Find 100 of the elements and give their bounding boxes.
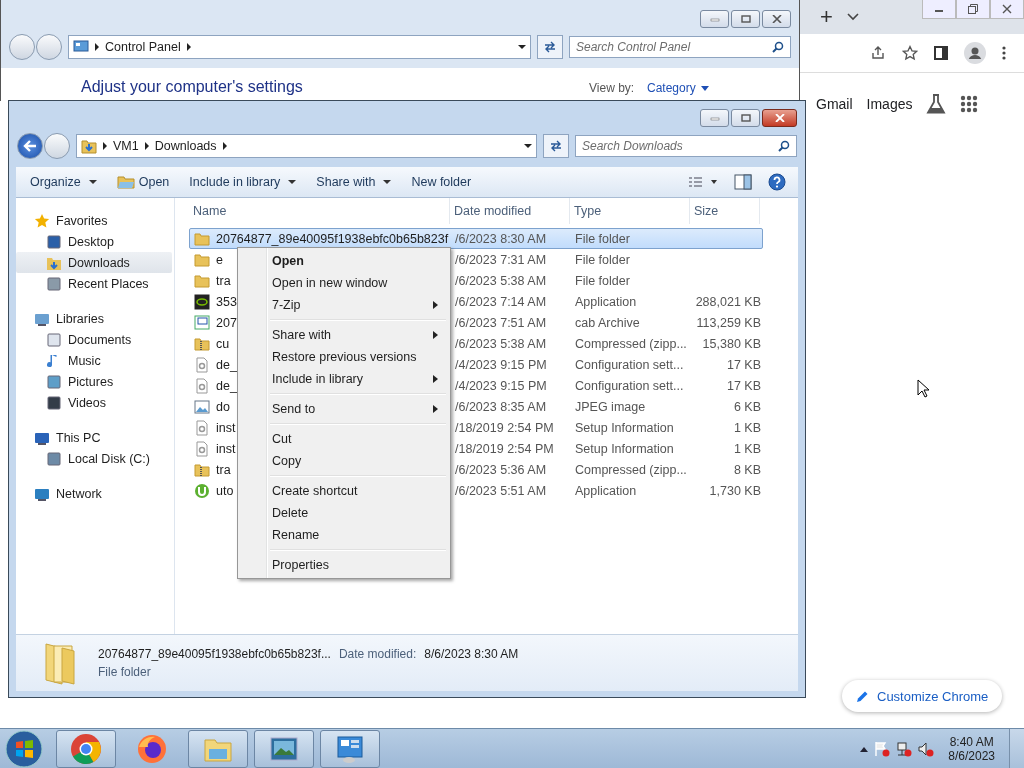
restore-button[interactable] <box>956 0 990 19</box>
table-cell-text: 8 KB <box>732 462 761 477</box>
close-button[interactable] <box>762 10 791 28</box>
toolbar-button[interactable]: Include in library <box>181 170 305 194</box>
close-button[interactable] <box>990 0 1024 19</box>
maximize-icon <box>740 15 751 23</box>
search-field[interactable]: Search Downloads <box>575 135 797 157</box>
close-icon <box>1002 4 1012 14</box>
file-name: e <box>216 252 223 267</box>
nav-item[interactable]: Network <box>16 483 172 504</box>
star-icon[interactable] <box>902 45 918 61</box>
file-name: 207 <box>216 315 237 330</box>
nav-item[interactable]: Downloads <box>16 252 172 273</box>
search-field[interactable]: Search Control Panel <box>569 36 791 58</box>
date-label: Date modified: <box>338 647 417 661</box>
taskbar-button[interactable] <box>188 730 248 768</box>
column-header[interactable]: Size <box>690 198 760 224</box>
menu-item[interactable]: Copy <box>240 450 448 472</box>
menu-item[interactable]: Restore previous versions <box>240 346 448 368</box>
share-icon[interactable] <box>870 45 886 61</box>
pictures-icon <box>46 373 62 390</box>
folder-icon <box>194 230 210 247</box>
taskbar-button[interactable] <box>56 730 116 768</box>
table-cell-text: Compressed (zipp... <box>574 336 688 351</box>
menu-item[interactable]: Rename <box>240 524 448 546</box>
clock-time: 8:40 AM <box>949 735 994 749</box>
chevron-down-icon[interactable] <box>846 13 859 21</box>
file-name: tra <box>216 273 231 288</box>
minimize-button[interactable] <box>700 10 729 28</box>
file-name: 20764877_89e40095f1938ebfc0b65b823f... <box>98 647 331 661</box>
nav-item[interactable]: Pictures <box>16 371 172 392</box>
more-menu-icon[interactable] <box>1002 46 1006 60</box>
table-cell-text: Setup Information <box>574 441 675 456</box>
side-panel-icon[interactable] <box>934 46 948 60</box>
customize-chrome-button[interactable]: Customize Chrome <box>842 680 1003 712</box>
column-header[interactable]: Type <box>570 198 690 224</box>
folder-icon <box>194 251 210 268</box>
menu-item[interactable]: Open <box>240 250 448 272</box>
refresh-button[interactable] <box>543 134 569 158</box>
close-button[interactable] <box>762 109 797 127</box>
taskbar-button[interactable] <box>320 730 380 768</box>
nav-item[interactable]: Documents <box>16 329 172 350</box>
menu-item[interactable]: Include in library <box>240 368 448 390</box>
flask-icon[interactable] <box>926 93 947 115</box>
back-forward-buttons[interactable] <box>17 133 70 159</box>
view-by-dropdown[interactable]: Category <box>647 81 709 95</box>
show-hidden-icons-icon[interactable] <box>860 746 869 752</box>
maximize-button[interactable] <box>731 109 760 127</box>
toolbar-button[interactable]: New folder <box>403 170 480 194</box>
menu-item[interactable]: Send to <box>240 398 448 420</box>
menu-item[interactable]: Open in new window <box>240 272 448 294</box>
taskbar-button[interactable] <box>254 730 314 768</box>
menu-item[interactable]: Cut <box>240 428 448 450</box>
gear-file-icon <box>194 419 210 436</box>
address-bar[interactable]: VM1 Downloads <box>76 134 537 158</box>
clock[interactable]: 8:40 AM 8/6/2023 <box>948 735 995 763</box>
menu-item[interactable]: Create shortcut <box>240 480 448 502</box>
menu-item[interactable]: 7-Zip <box>240 294 448 316</box>
file-name: 353 <box>216 294 237 309</box>
apps-grid-icon[interactable] <box>960 95 979 113</box>
nav-item[interactable]: This PC <box>16 427 172 448</box>
maximize-button[interactable] <box>731 10 760 28</box>
menu-item[interactable]: Delete <box>240 502 448 524</box>
submenu-arrow-icon <box>433 331 438 339</box>
firefox-icon <box>135 733 169 765</box>
table-cell-text: 288,021 KB <box>694 294 761 309</box>
toolbar-button[interactable]: Organize <box>22 170 105 194</box>
submenu-arrow-icon <box>433 405 438 413</box>
clock-date: 8/6/2023 <box>948 749 995 763</box>
minimize-button[interactable] <box>700 109 729 127</box>
start-button[interactable] <box>4 729 44 768</box>
menu-item[interactable]: Properties <box>240 554 448 576</box>
minimize-button[interactable] <box>922 0 956 19</box>
header-link[interactable]: Images <box>866 96 913 112</box>
table-cell-text: Configuration sett... <box>574 357 685 372</box>
column-header[interactable]: Name <box>189 198 450 224</box>
toolbar-button[interactable]: Share with <box>308 170 400 194</box>
flag-alert-icon[interactable] <box>874 741 891 757</box>
speaker-muted-icon[interactable] <box>918 741 935 757</box>
nav-item[interactable]: Videos <box>16 392 172 413</box>
new-tab-button[interactable]: + <box>820 4 833 30</box>
nav-item[interactable]: Desktop <box>16 231 172 252</box>
refresh-button[interactable] <box>537 35 563 59</box>
nav-item[interactable]: Recent Places <box>16 273 172 294</box>
film-icon <box>46 394 62 411</box>
nav-item[interactable]: Local Disk (C:) <box>16 448 172 469</box>
menu-item[interactable]: Share with <box>240 324 448 346</box>
nav-item[interactable]: Libraries <box>16 308 172 329</box>
nav-item[interactable]: Favorites <box>16 210 172 231</box>
file-name: do <box>216 399 230 414</box>
file-name: cu <box>216 336 230 351</box>
column-header[interactable]: Date modified <box>450 198 570 224</box>
nav-item[interactable]: Music <box>16 350 172 371</box>
address-bar[interactable]: Control Panel <box>68 35 531 59</box>
network-alert-icon[interactable] <box>896 741 913 757</box>
toolbar-button[interactable]: Open <box>108 170 178 194</box>
file-name: inst <box>216 420 236 435</box>
header-link[interactable]: Gmail <box>816 96 853 112</box>
profile-icon[interactable] <box>964 42 986 64</box>
table-cell-text: File folder <box>574 231 631 246</box>
